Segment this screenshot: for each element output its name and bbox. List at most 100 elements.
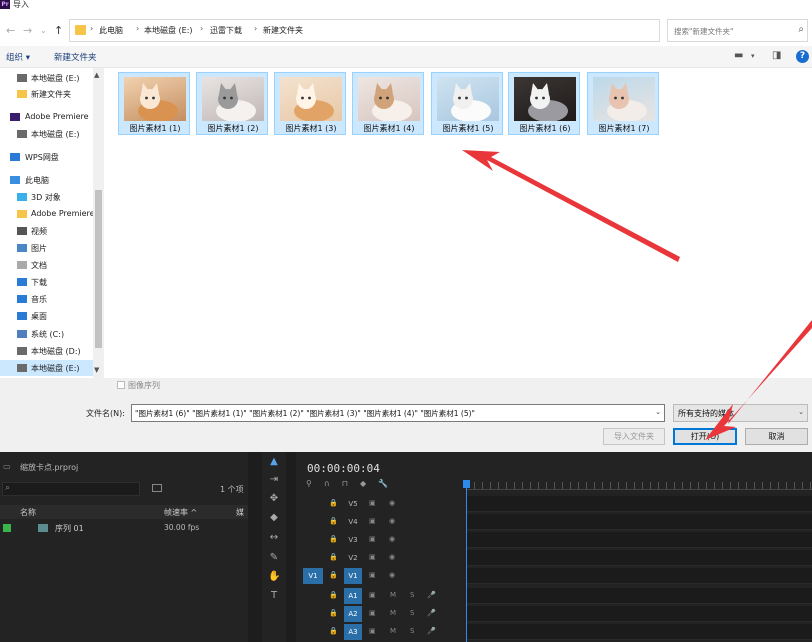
search-input[interactable]: 搜索"新建文件夹" ⌕ (667, 19, 808, 42)
mic-icon[interactable]: 🎤 (427, 627, 436, 635)
new-folder-button[interactable]: 新建文件夹 (54, 51, 97, 63)
project-search-input[interactable]: ⌕ (2, 482, 140, 496)
forward-arrow-icon[interactable]: → (23, 24, 32, 37)
solo-icon[interactable]: S (410, 591, 414, 599)
view-options-icon[interactable]: ▬ (734, 50, 743, 61)
nav-item[interactable]: 新建文件夹 (0, 86, 93, 102)
recent-dropdown-icon[interactable]: ⌄ (40, 26, 47, 35)
track-name[interactable]: V5 (344, 496, 362, 512)
nav-item[interactable]: 桌面 (0, 308, 93, 324)
eye-icon[interactable]: ◉ (389, 571, 395, 579)
nav-item[interactable]: 图片 (0, 240, 93, 256)
file-item[interactable]: 图片素材1 (5) (431, 72, 503, 135)
scroll-up-icon[interactable]: ▲ (94, 71, 99, 79)
nav-item[interactable]: 本地磁盘 (E:) (0, 70, 93, 86)
track-v1[interactable]: V1 🔒 V1 ▣ ◉ (296, 568, 812, 584)
sync-lock-icon[interactable]: ▣ (369, 499, 376, 507)
project-item-row[interactable]: 序列 01 30.00 fps (0, 521, 248, 535)
timecode-display[interactable]: 00:00:00:04 (307, 462, 380, 475)
nav-item[interactable]: 本地磁盘 (E:) (0, 360, 93, 376)
track-name[interactable]: V4 (344, 514, 362, 530)
nav-scrollbar[interactable]: ▲ ▼ (93, 68, 104, 378)
ripple-edit-tool-icon[interactable]: ✥ (268, 493, 280, 505)
track-lane[interactable] (467, 624, 812, 640)
solo-icon[interactable]: S (410, 609, 414, 617)
filetype-dropdown-icon[interactable]: ⌄ (798, 408, 804, 416)
sync-lock-icon[interactable]: ▣ (369, 517, 376, 525)
file-item[interactable]: 图片素材1 (2) (196, 72, 268, 135)
track-select-tool-icon[interactable]: ⇥ (268, 474, 280, 486)
column-media[interactable]: 媒 (236, 507, 244, 518)
track-v4[interactable]: 🔒 V4 ▣ ◉ (296, 514, 812, 530)
timeline-tool-icons[interactable]: ⚲∩⊓◆🔧 (306, 479, 400, 488)
source-patch-v1[interactable]: V1 (303, 568, 323, 584)
mute-icon[interactable]: M (390, 591, 396, 599)
solo-icon[interactable]: S (410, 627, 414, 635)
nav-item[interactable]: 此电脑 (0, 172, 93, 188)
breadcrumb-drive-e[interactable]: 本地磁盘 (E:) (144, 25, 193, 36)
track-lane[interactable] (467, 606, 812, 622)
track-lock-icon[interactable]: 🔒 (329, 499, 338, 507)
track-lane[interactable] (467, 532, 812, 548)
track-lane[interactable] (467, 568, 812, 584)
breadcrumb-this-pc[interactable]: 此电脑 (99, 25, 123, 36)
help-icon[interactable]: ? (796, 50, 809, 63)
sync-lock-icon[interactable]: ▣ (369, 571, 376, 579)
breadcrumb-new-folder[interactable]: 新建文件夹 (263, 25, 303, 36)
nav-item[interactable]: Adobe Premiere (0, 206, 93, 222)
eye-icon[interactable]: ◉ (389, 517, 395, 525)
nav-item[interactable]: 文档 (0, 257, 93, 273)
track-name[interactable]: A1 (344, 588, 362, 604)
eye-icon[interactable]: ◉ (389, 553, 395, 561)
column-name[interactable]: 名称 (20, 507, 36, 518)
track-lock-icon[interactable]: 🔒 (329, 591, 338, 599)
track-lane[interactable] (467, 496, 812, 512)
import-folder-button[interactable]: 导入文件夹 (603, 428, 665, 445)
pen-tool-icon[interactable]: ✎ (268, 552, 280, 564)
selection-tool-icon[interactable]: ▲ (268, 456, 280, 468)
track-name[interactable]: A3 (344, 624, 362, 640)
hand-tool-icon[interactable]: ✋ (268, 571, 280, 583)
playhead-handle[interactable] (463, 480, 470, 488)
image-sequence-checkbox[interactable] (117, 381, 125, 389)
nav-item[interactable]: 本地磁盘 (E:) (0, 126, 93, 142)
track-name[interactable]: A2 (344, 606, 362, 622)
mute-icon[interactable]: M (390, 609, 396, 617)
track-lock-icon[interactable]: 🔒 (329, 571, 338, 579)
eye-icon[interactable]: ◉ (389, 535, 395, 543)
open-button[interactable]: 打开(O) (673, 428, 737, 445)
track-lock-icon[interactable]: 🔒 (329, 627, 338, 635)
time-ruler[interactable] (466, 482, 812, 490)
sync-lock-icon[interactable]: ▣ (369, 609, 376, 617)
mic-icon[interactable]: 🎤 (427, 591, 436, 599)
track-a3[interactable]: 🔒 A3 ▣ M S 🎤 (296, 624, 812, 640)
back-arrow-icon[interactable]: ← (6, 24, 15, 37)
track-lane[interactable] (467, 550, 812, 566)
sync-lock-icon[interactable]: ▣ (369, 553, 376, 561)
sync-lock-icon[interactable]: ▣ (369, 591, 376, 599)
mic-icon[interactable]: 🎤 (427, 609, 436, 617)
mute-icon[interactable]: M (390, 627, 396, 635)
nav-item[interactable]: 3D 对象 (0, 189, 93, 205)
track-lock-icon[interactable]: 🔒 (329, 535, 338, 543)
nav-item[interactable]: Adobe Premiere (0, 109, 93, 125)
type-tool-icon[interactable]: T (268, 590, 280, 602)
track-a1[interactable]: 🔒 A1 ▣ M S 🎤 (296, 588, 812, 604)
track-v5[interactable]: 🔒 V5 ▣ ◉ (296, 496, 812, 512)
track-v2[interactable]: 🔒 V2 ▣ ◉ (296, 550, 812, 566)
up-arrow-icon[interactable]: ↑ (54, 24, 63, 37)
track-name[interactable]: V2 (344, 550, 362, 566)
slip-tool-icon[interactable]: ↔ (268, 532, 280, 544)
nav-item[interactable]: 本地磁盘 (D:) (0, 343, 93, 359)
sync-lock-icon[interactable]: ▣ (369, 627, 376, 635)
eye-icon[interactable]: ◉ (389, 499, 395, 507)
filename-dropdown-icon[interactable]: ⌄ (655, 408, 661, 416)
nav-item[interactable]: 视频 (0, 223, 93, 239)
file-item[interactable]: 图片素材1 (6) (508, 72, 580, 135)
file-item[interactable]: 图片素材1 (1) (118, 72, 190, 135)
track-name[interactable]: V1 (344, 568, 362, 584)
razor-tool-icon[interactable]: ◆ (268, 512, 280, 524)
track-a2[interactable]: 🔒 A2 ▣ M S 🎤 (296, 606, 812, 622)
track-name[interactable]: V3 (344, 532, 362, 548)
track-lock-icon[interactable]: 🔒 (329, 553, 338, 561)
